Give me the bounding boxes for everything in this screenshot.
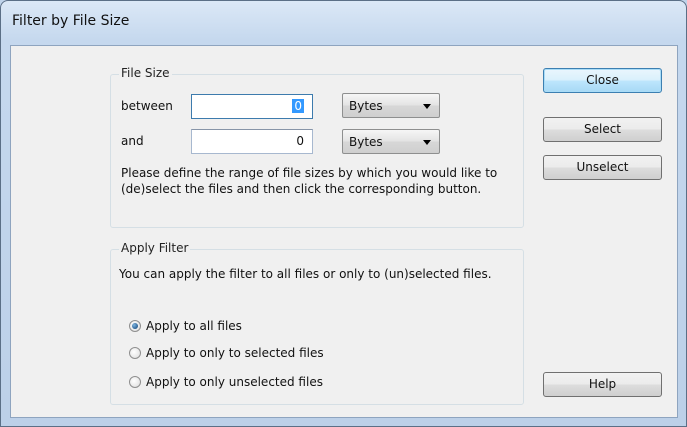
between-label: between bbox=[121, 99, 173, 113]
min-size-unit-value: Bytes bbox=[349, 99, 383, 113]
apply-filter-description: You can apply the filter to all files or… bbox=[119, 267, 492, 281]
apply-filter-legend: Apply Filter bbox=[119, 241, 191, 255]
file-size-group: File Size bbox=[110, 66, 524, 228]
close-button[interactable]: Close bbox=[543, 68, 662, 93]
dialog-client-area: File Size between 0 Bytes and 0 Bytes Pl… bbox=[10, 45, 678, 418]
radio-apply-all-label: Apply to all files bbox=[146, 319, 242, 333]
dialog-window: Filter by File Size File Size between 0 … bbox=[0, 0, 687, 427]
min-size-value: 0 bbox=[292, 99, 304, 113]
radio-checked-icon bbox=[129, 320, 141, 332]
file-size-description: Please define the range of file sizes by… bbox=[121, 166, 498, 196]
chevron-down-icon bbox=[423, 140, 431, 145]
help-button[interactable]: Help bbox=[543, 372, 662, 397]
radio-unchecked-icon bbox=[129, 347, 141, 359]
max-size-input[interactable]: 0 bbox=[191, 129, 313, 154]
max-size-unit-value: Bytes bbox=[349, 135, 383, 149]
radio-apply-unselected[interactable]: Apply to only unselected files bbox=[129, 374, 323, 390]
radio-apply-unselected-label: Apply to only unselected files bbox=[146, 375, 323, 389]
window-title: Filter by File Size bbox=[12, 13, 130, 29]
unselect-button[interactable]: Unselect bbox=[543, 155, 662, 180]
max-size-unit-select[interactable]: Bytes bbox=[342, 129, 440, 154]
and-label: and bbox=[121, 134, 144, 148]
radio-apply-selected-label: Apply to only to selected files bbox=[146, 346, 324, 360]
file-size-legend: File Size bbox=[119, 66, 172, 80]
radio-apply-all[interactable]: Apply to all files bbox=[129, 318, 242, 334]
max-size-value: 0 bbox=[296, 134, 304, 148]
radio-apply-selected[interactable]: Apply to only to selected files bbox=[129, 345, 324, 361]
radio-unchecked-icon bbox=[129, 376, 141, 388]
chevron-down-icon bbox=[423, 104, 431, 109]
select-button[interactable]: Select bbox=[543, 117, 662, 142]
min-size-input[interactable]: 0 bbox=[191, 94, 313, 119]
min-size-unit-select[interactable]: Bytes bbox=[342, 93, 440, 118]
